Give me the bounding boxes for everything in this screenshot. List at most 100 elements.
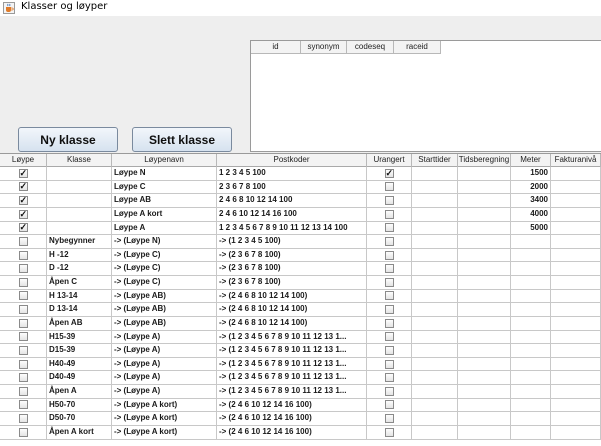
meter-cell[interactable]	[511, 330, 551, 345]
loype-cell[interactable]	[0, 398, 47, 413]
meter-cell[interactable]: 3400	[511, 194, 551, 208]
loype-checkbox[interactable]	[18, 427, 28, 437]
tidsberegning-cell[interactable]	[458, 344, 511, 358]
urangert-checkbox[interactable]	[384, 182, 394, 192]
urangert-cell[interactable]	[367, 180, 412, 195]
fakturaniva-cell[interactable]	[551, 303, 601, 317]
urangert-checkbox[interactable]	[384, 386, 394, 396]
fakturaniva-cell[interactable]	[551, 371, 601, 385]
loype-cell[interactable]	[0, 425, 47, 440]
loypenavn-cell[interactable]: -> (Løype C)	[112, 262, 217, 276]
meter-cell[interactable]	[511, 357, 551, 372]
column-header-tidsberegning[interactable]: Tidsberegning	[458, 154, 511, 167]
loype-checkbox[interactable]	[18, 194, 28, 207]
tidsberegning-cell[interactable]	[458, 167, 511, 181]
loype-cell[interactable]	[0, 207, 47, 222]
fakturaniva-cell[interactable]	[551, 276, 601, 290]
starttider-cell[interactable]	[412, 248, 458, 263]
table-row[interactable]: Åpen AB -> (Løype AB) -> (2 4 6 8 10 12 14…	[0, 316, 601, 331]
classes-table[interactable]: Løype Klasse Løypenavn Postkoder Uranger…	[0, 153, 601, 446]
column-header-synonym[interactable]: synonym	[301, 41, 347, 54]
tidsberegning-cell[interactable]	[458, 398, 511, 413]
fakturaniva-cell[interactable]	[551, 262, 601, 276]
column-header-codeseq[interactable]: codeseq	[347, 41, 394, 54]
loype-checkbox[interactable]	[18, 167, 28, 179]
klasse-cell[interactable]: Åpen A	[47, 385, 112, 399]
loype-checkbox[interactable]	[18, 414, 28, 424]
klasse-cell[interactable]: Nybegynner	[47, 235, 112, 249]
postkoder-cell[interactable]: 2 3 6 7 8 100	[217, 180, 367, 195]
tidsberegning-cell[interactable]	[458, 316, 511, 331]
column-header-urangert[interactable]: Urangert	[367, 154, 412, 167]
meter-cell[interactable]	[511, 262, 551, 276]
loype-checkbox[interactable]	[18, 222, 28, 234]
loype-checkbox[interactable]	[18, 386, 28, 396]
postkoder-cell[interactable]: -> (2 3 6 7 8 100)	[217, 262, 367, 276]
postkoder-cell[interactable]: 1 2 3 4 5 6 7 8 9 10 11 12 13 14 100	[217, 221, 367, 236]
klasse-cell[interactable]	[47, 194, 112, 208]
starttider-cell[interactable]	[412, 330, 458, 345]
loype-checkbox[interactable]	[18, 318, 28, 328]
klasse-cell[interactable]: D50-70	[47, 412, 112, 426]
starttider-cell[interactable]	[412, 385, 458, 399]
urangert-checkbox[interactable]	[384, 305, 394, 315]
loype-cell[interactable]	[0, 371, 47, 385]
klasse-cell[interactable]: H40-49	[47, 357, 112, 372]
urangert-cell[interactable]	[367, 316, 412, 331]
meter-cell[interactable]: 2000	[511, 180, 551, 195]
loype-checkbox[interactable]	[18, 264, 28, 274]
urangert-cell[interactable]	[367, 248, 412, 263]
postkoder-cell[interactable]: -> (1 2 3 4 5 6 7 8 9 10 11 12 13 1...	[217, 330, 367, 345]
klasse-cell[interactable]: H 13-14	[47, 289, 112, 304]
column-header-loype[interactable]: Løype	[0, 154, 47, 167]
starttider-cell[interactable]	[412, 207, 458, 222]
tidsberegning-cell[interactable]	[458, 235, 511, 249]
urangert-cell[interactable]	[367, 330, 412, 345]
postkoder-cell[interactable]: -> (2 4 6 10 12 14 16 100)	[217, 412, 367, 426]
loypenavn-cell[interactable]: Løype A kort	[112, 207, 217, 222]
urangert-cell[interactable]	[367, 303, 412, 317]
table-row[interactable]: H 13-14 -> (Løype AB) -> (2 4 6 8 10 12 14…	[0, 289, 601, 304]
delete-class-button[interactable]: Slett klasse	[132, 127, 232, 152]
starttider-cell[interactable]	[412, 303, 458, 317]
fakturaniva-cell[interactable]	[551, 180, 601, 195]
postkoder-cell[interactable]: -> (2 3 6 7 8 100)	[217, 248, 367, 263]
starttider-cell[interactable]	[412, 167, 458, 181]
loype-cell[interactable]	[0, 235, 47, 249]
urangert-checkbox[interactable]	[384, 400, 394, 410]
urangert-cell[interactable]	[367, 412, 412, 426]
fakturaniva-cell[interactable]	[551, 398, 601, 413]
table-row[interactable]: Åpen A -> (Løype A) -> (1 2 3 4 5 6 7 8 9 …	[0, 385, 601, 399]
klasse-cell[interactable]	[47, 207, 112, 222]
table-row[interactable]: D40-49 -> (Løype A) -> (1 2 3 4 5 6 7 8 9 …	[0, 371, 601, 385]
loypenavn-cell[interactable]: Løype C	[112, 180, 217, 195]
loype-cell[interactable]	[0, 316, 47, 331]
urangert-checkbox[interactable]	[384, 332, 394, 342]
loype-cell[interactable]	[0, 167, 47, 181]
tidsberegning-cell[interactable]	[458, 425, 511, 440]
starttider-cell[interactable]	[412, 371, 458, 385]
meter-cell[interactable]	[511, 385, 551, 399]
loypenavn-cell[interactable]: -> (Løype AB)	[112, 289, 217, 304]
urangert-cell[interactable]	[367, 235, 412, 249]
klasse-cell[interactable]: Åpen C	[47, 276, 112, 290]
loype-cell[interactable]	[0, 221, 47, 236]
urangert-cell[interactable]	[367, 371, 412, 385]
loype-cell[interactable]	[0, 303, 47, 317]
loype-cell[interactable]	[0, 248, 47, 263]
loype-cell[interactable]	[0, 194, 47, 208]
loypenavn-cell[interactable]: -> (Løype AB)	[112, 316, 217, 331]
urangert-cell[interactable]	[367, 262, 412, 276]
tidsberegning-cell[interactable]	[458, 207, 511, 222]
loype-checkbox[interactable]	[18, 181, 28, 193]
postkoder-cell[interactable]: -> (1 2 3 4 5 6 7 8 9 10 11 12 13 1...	[217, 344, 367, 358]
synonym-table[interactable]: id synonym codeseq raceid	[250, 40, 601, 152]
meter-cell[interactable]	[511, 398, 551, 413]
table-row[interactable]: Åpen C -> (Løype C) -> (2 3 6 7 8 100)	[0, 276, 601, 290]
urangert-cell[interactable]	[367, 344, 412, 358]
table-row[interactable]: Åpen A kort -> (Løype A kort) -> (2 4 6 10…	[0, 425, 601, 440]
klasse-cell[interactable]: Åpen A kort	[47, 425, 112, 440]
meter-cell[interactable]	[511, 316, 551, 331]
starttider-cell[interactable]	[412, 235, 458, 249]
postkoder-cell[interactable]: 2 4 6 10 12 14 16 100	[217, 207, 367, 222]
